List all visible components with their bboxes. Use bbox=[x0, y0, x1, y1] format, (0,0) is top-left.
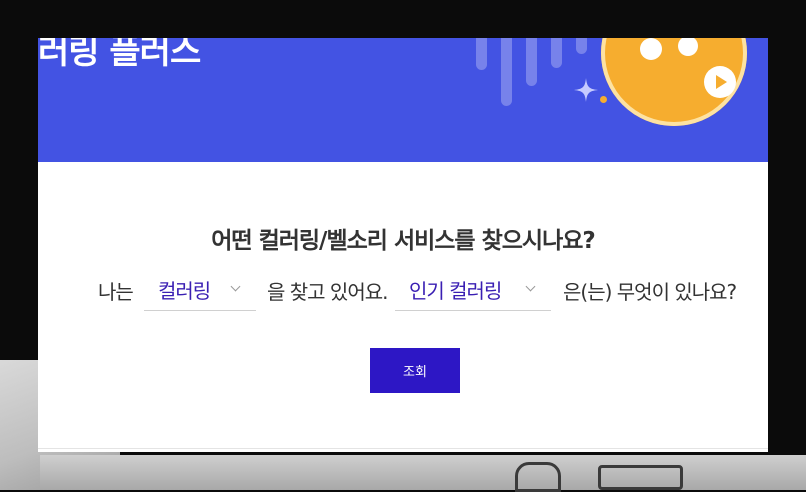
decorative-bar bbox=[576, 38, 587, 54]
search-submit-button[interactable]: 조회 bbox=[370, 348, 460, 393]
decorative-bar bbox=[551, 38, 562, 68]
category-select[interactable]: 인기 컬러링 bbox=[395, 270, 551, 311]
search-question: 어떤 컬러링/벨소리 서비스를 찾으시나요? bbox=[211, 228, 595, 254]
service-type-select[interactable]: 컬러링 bbox=[144, 270, 256, 311]
banner-title: 러링 플러스 bbox=[38, 38, 201, 72]
backdrop-photo-keyboard bbox=[40, 455, 806, 490]
category-value: 인기 컬러링 bbox=[409, 279, 502, 303]
sentence-prefix: 나는 bbox=[98, 280, 134, 304]
decorative-bar bbox=[526, 38, 537, 86]
web-page: 러링 플러스 어떤 컬러링/벨소리 서비스를 찾으시나요? 나는 컬러링 을 찾… bbox=[38, 38, 768, 452]
chevron-down-icon bbox=[230, 281, 241, 292]
backdrop-key-shape bbox=[598, 465, 683, 490]
sparkle-icon bbox=[574, 78, 598, 102]
sentence-middle: 을 찾고 있어요. bbox=[267, 280, 388, 304]
decorative-bar bbox=[501, 38, 512, 106]
music-note-icon bbox=[640, 38, 662, 60]
service-type-value: 컬러링 bbox=[158, 279, 211, 303]
search-sentence: 나는 컬러링 을 찾고 있어요. 인기 컬러링 은(는) 무엇이 있나요? bbox=[38, 270, 768, 314]
play-icon bbox=[704, 66, 736, 98]
section-divider bbox=[38, 448, 768, 449]
hero-banner: 러링 플러스 bbox=[38, 38, 768, 162]
backdrop-key-shape bbox=[515, 462, 561, 492]
sentence-suffix: 은(는) 무엇이 있나요? bbox=[563, 280, 737, 304]
decorative-bar bbox=[476, 38, 487, 70]
decorative-dot bbox=[600, 96, 607, 103]
chevron-down-icon bbox=[525, 281, 536, 292]
